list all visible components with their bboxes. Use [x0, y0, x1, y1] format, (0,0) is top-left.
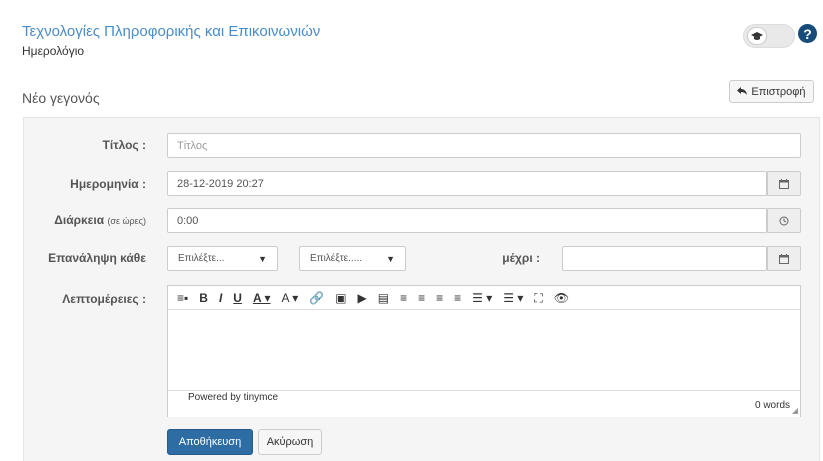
- editor-toolbar: ≡▪ B I U A ▾ A ▾ 🔗 ▣ ▶ ▤ ≡ ≡ ≡ ≡ ☰ ▾ ☰ ▾…: [168, 286, 800, 310]
- underline-icon[interactable]: U: [233, 286, 242, 310]
- caret-down-icon: ▼: [386, 253, 395, 264]
- page-title: Νέο γεγονός: [22, 90, 100, 106]
- caret-down-icon: ▼: [258, 253, 267, 264]
- calendar-icon[interactable]: [767, 246, 801, 271]
- save-button[interactable]: Αποθήκευση: [167, 429, 253, 455]
- until-date-input[interactable]: [562, 246, 767, 271]
- background-color-icon[interactable]: A ▾: [282, 286, 299, 310]
- link-icon[interactable]: 🔗: [309, 286, 324, 310]
- text-color-icon[interactable]: A ▾: [253, 286, 271, 310]
- back-button-label: Επιστροφή: [751, 85, 806, 98]
- duration-label: Διάρκεια (σε ώρες): [25, 213, 146, 227]
- bold-icon[interactable]: B: [199, 286, 208, 310]
- repeat-interval-select[interactable]: Επιλέξτε... ▼: [167, 246, 278, 271]
- back-button[interactable]: Επιστροφή: [729, 80, 814, 103]
- document-icon[interactable]: ▤: [378, 286, 389, 310]
- numbered-list-icon[interactable]: ☰ ▾: [503, 286, 523, 310]
- italic-icon[interactable]: I: [219, 286, 222, 310]
- duration-label-text: Διάρκεια: [54, 213, 105, 227]
- repeat-period-value: Επιλέξτε.....: [310, 253, 363, 264]
- editor-statusbar: Powered by tinymce 0 words ◢: [168, 390, 800, 417]
- duration-input[interactable]: 0:00: [167, 208, 767, 233]
- until-label: μέχρι :: [502, 251, 540, 265]
- repeat-label: Επανάληψη κάθε: [48, 251, 146, 265]
- repeat-interval-value: Επιλέξτε...: [178, 253, 225, 264]
- word-count: 0 words: [754, 400, 790, 411]
- bullet-list-icon[interactable]: ☰ ▾: [472, 286, 492, 310]
- details-label: Λεπτομέρειες :: [62, 292, 146, 306]
- align-left-icon[interactable]: ≡: [400, 286, 407, 310]
- duration-label-note: (σε ώρες): [107, 216, 146, 226]
- fullscreen-icon[interactable]: ⛶: [534, 286, 542, 310]
- media-icon[interactable]: ▶: [358, 286, 367, 310]
- powered-by-link[interactable]: Powered by tinymce: [188, 392, 278, 403]
- section-title: Ημερολόγιο: [22, 44, 85, 58]
- paragraph-format-icon[interactable]: ≡▪: [177, 286, 188, 310]
- align-right-icon[interactable]: ≡: [436, 286, 443, 310]
- rich-text-editor: ≡▪ B I U A ▾ A ▾ 🔗 ▣ ▶ ▤ ≡ ≡ ≡ ≡ ☰ ▾ ☰ ▾…: [167, 285, 801, 417]
- clock-icon[interactable]: [767, 208, 801, 233]
- date-label: Ημερομηνία :: [70, 177, 146, 191]
- help-icon[interactable]: ?: [798, 24, 817, 43]
- title-input[interactable]: Τίτλος: [167, 133, 801, 158]
- editor-content-area[interactable]: [168, 310, 800, 390]
- date-input[interactable]: 28-12-2019 20:27: [167, 171, 767, 196]
- course-title[interactable]: Τεχνολογίες Πληροφορικής και Επικοινωνιώ…: [22, 23, 320, 40]
- preview-eye-icon[interactable]: 👁: [554, 286, 569, 310]
- student-view-toggle[interactable]: [743, 24, 795, 48]
- reply-arrow-icon: [737, 86, 748, 98]
- title-label: Τίτλος :: [102, 138, 146, 152]
- align-center-icon[interactable]: ≡: [418, 286, 425, 310]
- graduation-cap-icon: [747, 27, 767, 45]
- calendar-icon[interactable]: [767, 171, 801, 196]
- repeat-period-select[interactable]: Επιλέξτε..... ▼: [299, 246, 406, 271]
- image-icon[interactable]: ▣: [335, 286, 346, 310]
- resize-handle-icon[interactable]: ◢: [792, 406, 798, 415]
- cancel-button[interactable]: Ακύρωση: [258, 429, 322, 455]
- align-justify-icon[interactable]: ≡: [454, 286, 461, 310]
